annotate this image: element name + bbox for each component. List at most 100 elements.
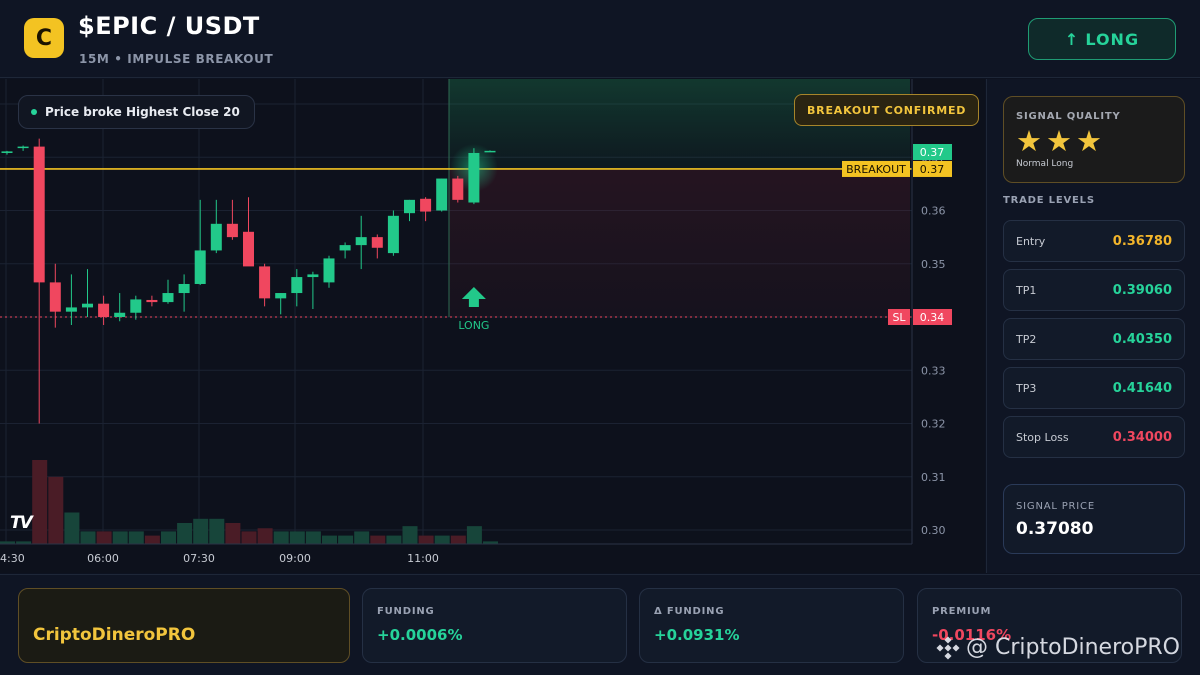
- candle-body[interactable]: [17, 146, 29, 149]
- volume-bar: [450, 535, 466, 544]
- breakout-note-text: Price broke Highest Close 20: [45, 105, 240, 119]
- header: C $EPIC / USDT 15M • IMPULSE BREAKOUT ↑ …: [0, 0, 1200, 78]
- candle-body[interactable]: [49, 282, 61, 312]
- candle-body[interactable]: [436, 178, 448, 211]
- stat-value: +0.0931%: [654, 626, 740, 644]
- level-value: 0.40350: [1112, 332, 1172, 347]
- candle-body[interactable]: [323, 258, 335, 283]
- long-button[interactable]: ↑ LONG: [1028, 18, 1176, 60]
- signal-quality-label: SIGNAL QUALITY: [1016, 111, 1121, 122]
- candle-body[interactable]: [226, 223, 238, 238]
- candle-body[interactable]: [420, 198, 432, 212]
- star-icon: ★: [1076, 124, 1102, 158]
- breakout-note: Price broke Highest Close 20: [18, 95, 255, 129]
- volume-bar: [241, 531, 257, 544]
- level-label: Stop Loss: [1016, 431, 1069, 444]
- long-button-label: LONG: [1085, 29, 1140, 49]
- candle-body[interactable]: [114, 312, 126, 317]
- candle-body[interactable]: [452, 178, 464, 200]
- candle-body[interactable]: [291, 277, 303, 294]
- level-tp3[interactable]: TP3 0.41640: [1003, 367, 1185, 409]
- candle-body[interactable]: [178, 283, 190, 294]
- candle-body[interactable]: [243, 231, 254, 267]
- sl-label: SL: [892, 311, 906, 324]
- candle-body[interactable]: [275, 293, 287, 299]
- stat-label: Δ FUNDING: [654, 606, 725, 617]
- volume-bar: [289, 531, 305, 544]
- candle-body[interactable]: [404, 199, 415, 214]
- app-logo: C: [24, 18, 64, 58]
- volume-bar: [402, 526, 418, 544]
- volume-bar: [128, 531, 144, 544]
- watermark: @ CriptoDineroPRO: [936, 635, 1180, 660]
- tradingview-logo: TV: [10, 513, 33, 533]
- candle-body[interactable]: [82, 303, 93, 308]
- candlestick-chart[interactable]: LONG0.380.370.360.350.340.330.320.310.30…: [0, 79, 985, 573]
- candle-body[interactable]: [307, 274, 319, 278]
- breakout-confirmed-badge: BREAKOUT CONFIRMED: [794, 94, 980, 126]
- candle-body[interactable]: [130, 299, 142, 313]
- volume-bar: [177, 523, 193, 544]
- status-dot-icon: [31, 109, 37, 115]
- sl-price-tag-value: 0.34: [920, 311, 945, 324]
- breakout-label: BREAKOUT: [846, 163, 906, 176]
- candle-body[interactable]: [259, 266, 271, 299]
- candle-body[interactable]: [339, 245, 351, 251]
- price-tick-label: 0.35: [921, 258, 946, 271]
- signal-quality-card: SIGNAL QUALITY ★ ★ ★ Normal Long: [1003, 96, 1185, 183]
- funding-card: FUNDING +0.0006%: [362, 588, 627, 663]
- candle-body[interactable]: [484, 150, 496, 153]
- volume-bar: [48, 476, 64, 544]
- volume-bar: [305, 531, 321, 544]
- volume-bar: [225, 523, 241, 544]
- candle-body[interactable]: [194, 250, 206, 284]
- candle-body[interactable]: [355, 237, 367, 246]
- level-tp1[interactable]: TP1 0.39060: [1003, 269, 1185, 311]
- signal-panel: SIGNAL QUALITY ★ ★ ★ Normal Long TRADE L…: [986, 79, 1200, 573]
- timeframe-subtitle: 15M • IMPULSE BREAKOUT: [79, 52, 274, 66]
- level-label: Entry: [1016, 235, 1046, 248]
- candle-body[interactable]: [162, 293, 174, 303]
- candle-body[interactable]: [210, 223, 222, 251]
- last-price-tag-value: 0.37: [920, 146, 945, 159]
- price-tick-label: 0.36: [921, 205, 946, 218]
- delta-funding-card: Δ FUNDING +0.0931%: [639, 588, 904, 663]
- signal-price-label: SIGNAL PRICE: [1016, 501, 1095, 512]
- time-tick-label: 09:00: [279, 552, 311, 565]
- volume-bar: [64, 512, 80, 544]
- star-icon: ★: [1016, 124, 1042, 158]
- candle-body[interactable]: [33, 146, 45, 283]
- candle-body[interactable]: [65, 307, 77, 312]
- candle-body[interactable]: [387, 215, 399, 254]
- volume-bar: [144, 535, 160, 544]
- quality-stars: ★ ★ ★: [1016, 123, 1102, 159]
- candle-body[interactable]: [371, 237, 383, 248]
- volume-bar: [112, 531, 128, 544]
- level-tp2[interactable]: TP2 0.40350: [1003, 318, 1185, 360]
- candle-body[interactable]: [468, 152, 480, 203]
- time-tick-label: 4:30: [0, 552, 25, 565]
- level-stop-loss[interactable]: Stop Loss 0.34000: [1003, 416, 1185, 458]
- candle-body[interactable]: [1, 151, 13, 153]
- time-tick-label: 06:00: [87, 552, 119, 565]
- price-tick-label: 0.30: [921, 524, 946, 537]
- volume-bar: [96, 531, 112, 544]
- volume-bar: [338, 535, 354, 544]
- stop-loss-zone: [449, 168, 910, 317]
- stat-value: +0.0006%: [377, 626, 463, 644]
- volume-bar: [257, 528, 273, 544]
- candle-body[interactable]: [98, 303, 110, 317]
- level-entry[interactable]: Entry 0.36780: [1003, 220, 1185, 262]
- brand-card: CriptoDineroPRO: [18, 588, 350, 663]
- signal-quality-sub: Normal Long: [1016, 159, 1074, 169]
- volume-bar: [161, 531, 176, 544]
- level-value: 0.39060: [1112, 283, 1172, 298]
- level-value: 0.41640: [1112, 381, 1172, 396]
- breakout-price-tag-value: 0.37: [920, 163, 945, 176]
- candle-body[interactable]: [146, 299, 158, 303]
- arrow-up-icon: ↑: [1064, 29, 1080, 49]
- volume-bar: [273, 531, 289, 544]
- level-label: TP2: [1016, 333, 1037, 346]
- price-chart[interactable]: LONG0.380.370.360.350.340.330.320.310.30…: [0, 79, 985, 573]
- level-value: 0.34000: [1112, 430, 1172, 445]
